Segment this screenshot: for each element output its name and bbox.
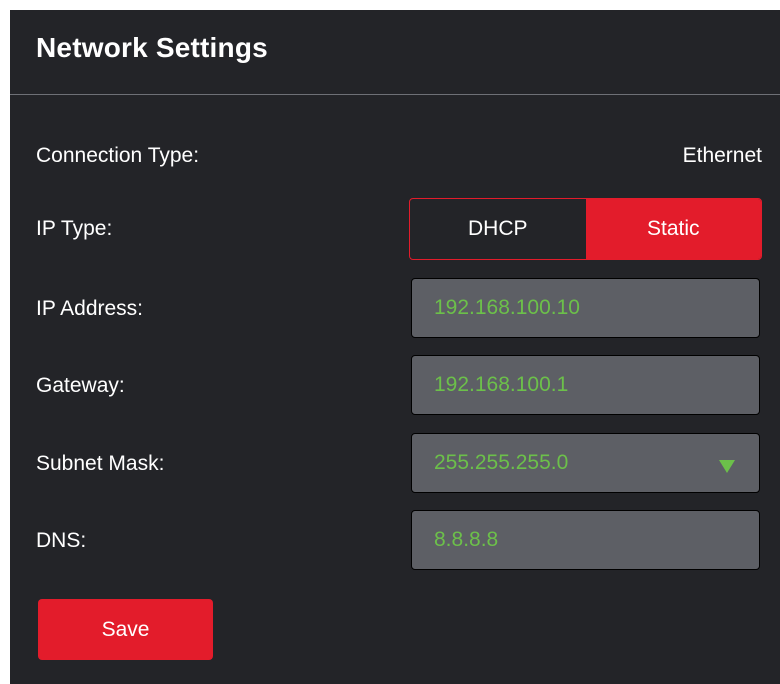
save-button[interactable]: Save — [38, 599, 213, 660]
gateway-input[interactable]: 192.168.100.1 — [411, 355, 760, 415]
connection-type-row: Connection Type: Ethernet — [36, 125, 762, 187]
ip-type-option-dhcp[interactable]: DHCP — [410, 199, 586, 259]
dns-input[interactable]: 8.8.8.8 — [411, 510, 760, 570]
subnet-mask-value: 255.255.255.0 — [434, 451, 569, 474]
panel-header: Network Settings — [10, 10, 780, 95]
page-title: Network Settings — [36, 32, 268, 63]
network-settings-panel: Network Settings Connection Type: Ethern… — [10, 10, 780, 684]
chevron-down-icon[interactable] — [719, 460, 735, 473]
connection-type-label: Connection Type: — [36, 144, 200, 167]
ip-address-input[interactable]: 192.168.100.10 — [411, 278, 760, 338]
ip-address-value: 192.168.100.10 — [434, 296, 580, 319]
gateway-value: 192.168.100.1 — [434, 373, 569, 396]
connection-type-value: Ethernet — [682, 144, 762, 167]
ip-type-toggle[interactable]: DHCP Static — [409, 198, 762, 260]
dns-value: 8.8.8.8 — [434, 528, 499, 551]
subnet-mask-select[interactable]: 255.255.255.0 — [411, 433, 760, 493]
ip-type-option-static[interactable]: Static — [585, 199, 761, 259]
